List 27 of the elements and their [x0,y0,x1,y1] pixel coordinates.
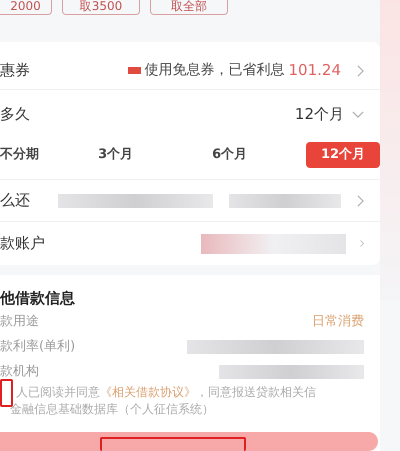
term-tab[interactable]: 12个月 [306,142,380,168]
amount-option-button[interactable]: 取3500 [62,0,140,15]
field-label: 款账户 [0,233,45,254]
field-label: 款利率(单利) [0,338,76,356]
coupon-text: 使用免息券，已省利息 [144,61,284,80]
chevron-down-icon [352,110,364,118]
saving-amount: 101.24 [288,60,341,82]
field-label: 惠券 [0,60,30,82]
term-tab[interactable]: 不分期 [0,142,47,168]
ticket-icon [128,67,140,74]
term-value: 12个月 [294,104,344,125]
field-label: 么还 [0,190,30,212]
chevron-right-icon [360,240,364,247]
agreement-link[interactable]: 《相关借款协议》 [100,385,196,399]
amount-option-button[interactable]: 取全部 [150,0,228,15]
submit-button[interactable] [0,432,378,451]
agreement-text: 人已阅读并同意《相关借款协议》，同意报送贷款相关信 [16,384,317,401]
term-tab[interactable]: 6个月 [191,142,268,168]
term-tab[interactable]: 3个月 [74,142,156,168]
agreement-text: 金融信息基础数据库（个人征信系统） [9,401,215,418]
field-label: 款用途 [0,312,39,331]
field-value: 日常消费 [312,312,364,331]
chevron-right-icon [357,194,364,206]
field-label: 多久 [0,104,30,125]
field-label: 款机构 [0,362,39,381]
chevron-right-icon [357,64,364,76]
amount-option-button[interactable]: 2000 [0,0,52,15]
